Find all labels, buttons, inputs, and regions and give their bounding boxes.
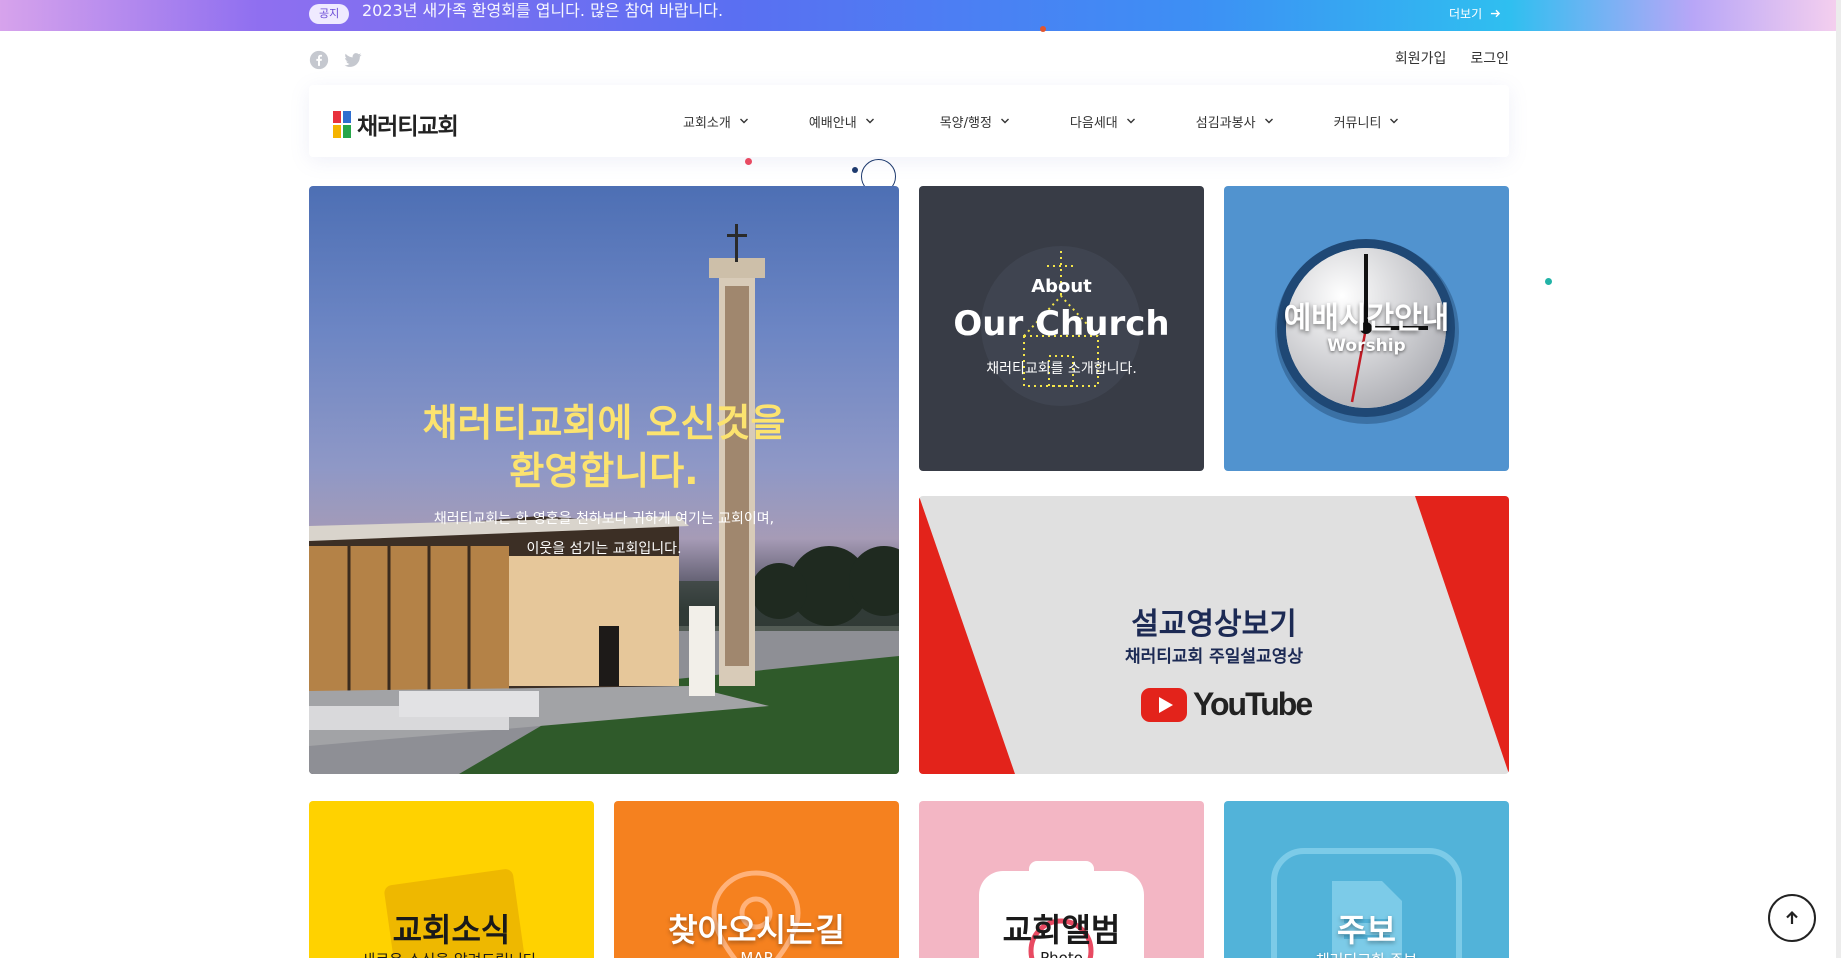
tile-album[interactable]: 교회앨범 Photo <box>919 801 1204 958</box>
menu-item-ministry[interactable]: 목양/행정 <box>940 112 1010 131</box>
about-label-big: Our Church <box>953 304 1170 344</box>
youtube-play-icon <box>1141 687 1187 722</box>
about-desc: 채러티교회를 소개합니다. <box>986 361 1137 377</box>
decor-dot-orange <box>1040 26 1046 32</box>
tile-bulletin-title: 주보 <box>1337 911 1396 949</box>
worship-card[interactable]: 예배시간안내 Worship <box>1224 186 1509 471</box>
tile-news-subtitle: 새로운 소식을 알려드립니다. <box>309 949 594 958</box>
tile-bulletin-subtitle: 채러티교회 주보 <box>1224 949 1509 958</box>
login-link[interactable]: 로그인 <box>1470 48 1509 68</box>
twitter-icon[interactable] <box>343 50 363 70</box>
tile-news-title: 교회소식 <box>392 911 511 949</box>
youtube-wordmark: YouTube <box>1193 686 1313 722</box>
hero-banner[interactable]: 채러티교회에 오신것을 환영합니다. 채러티교회는 한 영혼을 천하보다 귀하게… <box>309 186 899 774</box>
chevron-down-icon <box>1390 118 1399 124</box>
logo-text: 채러티교회 <box>357 114 459 140</box>
sermon-title: 설교영상보기 <box>1131 607 1297 642</box>
tile-bulletin[interactable]: 주보 채러티교회 주보 <box>1224 801 1509 958</box>
worship-title: 예배시간안내 <box>1283 301 1450 336</box>
tile-map-subtitle: MAP <box>740 949 773 958</box>
tile-album-title: 교회앨범 <box>1002 911 1121 949</box>
decor-dot-navy <box>852 167 858 173</box>
menu-item-worship[interactable]: 예배안내 <box>809 112 875 131</box>
chevron-down-icon <box>1126 118 1135 124</box>
signup-link[interactable]: 회원가입 <box>1395 48 1447 68</box>
menu-item-community[interactable]: 커뮤니티 <box>1334 112 1400 131</box>
facebook-icon[interactable] <box>309 50 329 70</box>
sns-links <box>309 50 363 70</box>
menu: 교회소개 예배안내 목양/행정 다음세대 섬김과봉사 커뮤니티 <box>683 85 1459 157</box>
menu-item-about[interactable]: 교회소개 <box>683 112 749 131</box>
arrow-right-icon <box>1491 9 1501 18</box>
menu-item-label: 다음세대 <box>1069 115 1118 131</box>
main-nav: 채러티교회 교회소개 예배안내 목양/행정 다음세대 섬김과봉사 커뮤니티 <box>309 85 1509 157</box>
tile-map[interactable]: 찾아오시는길 MAP <box>614 801 899 958</box>
tile-album-subtitle: Photo <box>1040 949 1083 958</box>
tile-map-title: 찾아오시는길 <box>668 911 845 949</box>
scrollbar[interactable] <box>1836 0 1841 958</box>
menu-item-label: 목양/행정 <box>939 115 992 131</box>
arrow-up-icon <box>1786 910 1798 924</box>
notice-bar: 공지 2023년 새가족 환영회를 엽니다. 많은 참여 바랍니다. 더보기 <box>0 0 1841 31</box>
notice-more-link[interactable]: 더보기 <box>1449 5 1501 22</box>
menu-item-label: 예배안내 <box>808 115 857 131</box>
util-links: 회원가입 로그인 <box>1395 48 1509 68</box>
notice-badge: 공지 <box>309 4 350 24</box>
about-card[interactable]: About Our Church 채러티교회를 소개합니다. <box>919 186 1204 471</box>
sermon-card[interactable]: 설교영상보기 채러티교회 주일설교영상 YouTube <box>919 496 1509 774</box>
chevron-down-icon <box>1000 118 1009 124</box>
menu-item-next-gen[interactable]: 다음세대 <box>1070 112 1136 131</box>
decor-dot-teal <box>1545 278 1552 285</box>
notice-text[interactable]: 2023년 새가족 환영회를 엽니다. 많은 참여 바랍니다. <box>362 1 723 21</box>
about-label-small: About <box>1031 276 1092 297</box>
menu-item-service[interactable]: 섬김과봉사 <box>1196 112 1274 131</box>
menu-item-label: 섬김과봉사 <box>1195 115 1256 131</box>
scroll-top-button[interactable] <box>1768 894 1816 942</box>
menu-item-label: 교회소개 <box>683 115 731 131</box>
worship-subtitle: Worship <box>1327 336 1406 356</box>
chevron-down-icon <box>865 118 874 124</box>
chevron-down-icon <box>739 118 748 124</box>
hero-title: 채러티교회에 오신것을 환영합니다. <box>422 401 786 493</box>
tile-news[interactable]: 교회소식 새로운 소식을 알려드립니다. <box>309 801 594 958</box>
chevron-down-icon <box>1264 118 1273 124</box>
notice-more-label: 더보기 <box>1449 7 1483 21</box>
decor-dot-red <box>745 158 752 165</box>
sermon-subtitle: 채러티교회 주일설교영상 <box>1125 647 1303 667</box>
hero-subtitle: 채러티교회는 한 영혼을 천하보다 귀하게 여기는 교회이며, 이웃을 섬기는 … <box>433 511 775 557</box>
logo[interactable]: 채러티교회 <box>333 107 459 141</box>
menu-item-label: 커뮤니티 <box>1333 115 1382 131</box>
logo-mark <box>333 110 351 138</box>
youtube-logo: YouTube <box>1141 686 1313 723</box>
